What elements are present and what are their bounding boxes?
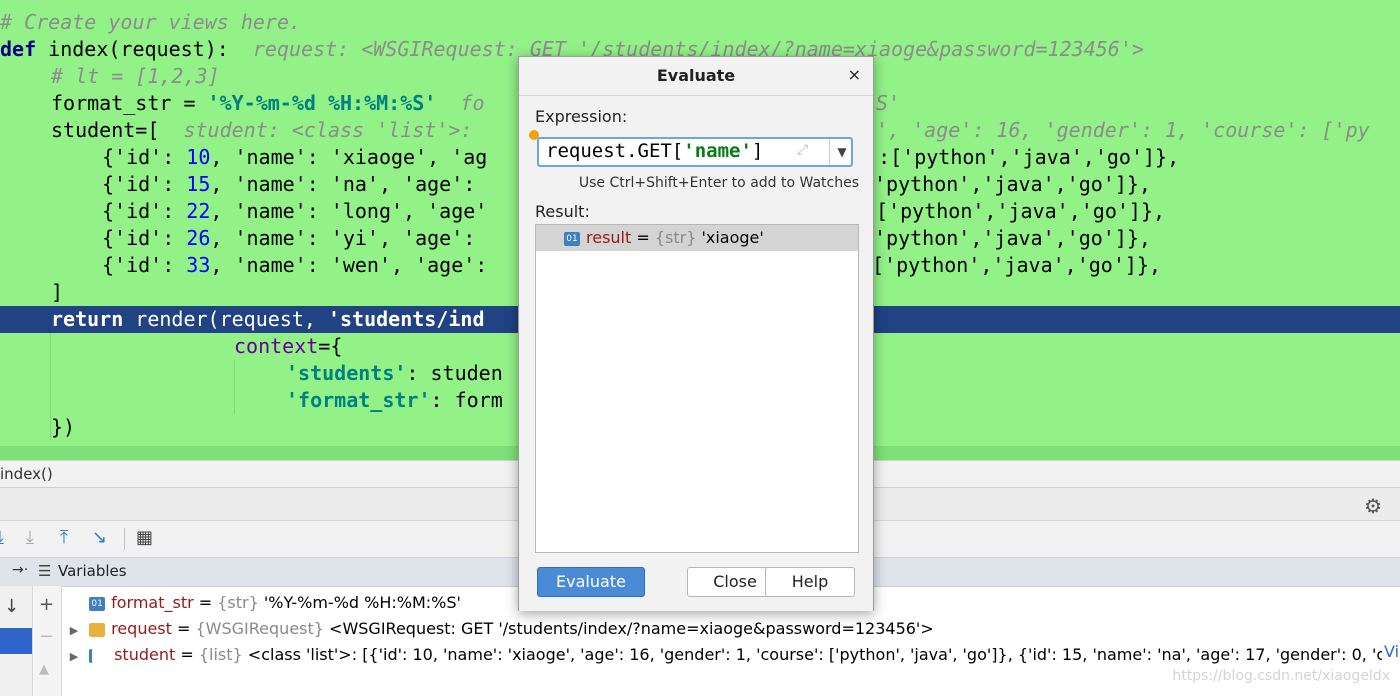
string-var-icon: 01 bbox=[89, 596, 106, 611]
arrow-down-icon[interactable]: ↓ bbox=[4, 596, 19, 617]
close-icon[interactable]: × bbox=[848, 65, 861, 84]
code-line-format-str: format_str = '%Y-%m-%d %H:%M:%S' fo S' bbox=[51, 91, 901, 115]
result-tree[interactable]: 01 result = {str} 'xiaoge' bbox=[535, 224, 859, 553]
dialog-title-bar[interactable]: Evaluate × bbox=[519, 57, 873, 95]
string-var-icon: 01 bbox=[564, 231, 580, 246]
chevron-down-icon[interactable]: ▼ bbox=[829, 139, 854, 165]
remove-watch-icon[interactable]: − bbox=[39, 626, 54, 647]
selected-frame[interactable] bbox=[0, 628, 32, 654]
code-line-record: {'id': 26, 'name': 'yi', 'age': 'python'… bbox=[102, 226, 1151, 250]
step-out-icon[interactable]: ⤒ bbox=[60, 527, 68, 549]
variables-tools: + − ▲ bbox=[33, 586, 62, 696]
toolbar-separator bbox=[124, 528, 125, 550]
code-line-context-format: 'format_str': form bbox=[286, 388, 503, 412]
move-up-icon[interactable]: ▲ bbox=[39, 662, 49, 677]
variable-row-request[interactable]: ▶ objrequest = {WSGIRequest} <WSGIReques… bbox=[62, 616, 1400, 642]
code-line-record: {'id': 22, 'name': 'long', 'age':['pytho… bbox=[102, 199, 1166, 223]
code-line-close-bracket: ] bbox=[51, 280, 64, 304]
expand-icon[interactable]: ⤢ bbox=[797, 142, 808, 158]
evaluate-button[interactable]: Evaluate bbox=[537, 567, 645, 597]
code-line-record: {'id': 10, 'name': 'xiaoge', 'ag e':['pyt… bbox=[102, 145, 1180, 169]
variable-row-student[interactable]: ▶ liststudent = {list} <class 'list'>: [… bbox=[62, 642, 1382, 668]
list-var-icon: list bbox=[89, 648, 109, 663]
expand-arrow-icon[interactable]: ▶ bbox=[64, 644, 84, 668]
step-into-icon[interactable]: ⤓ bbox=[0, 527, 4, 549]
step-into-my-code-icon[interactable]: ⤓ bbox=[26, 527, 34, 549]
help-button[interactable]: Help bbox=[765, 567, 855, 597]
frames-gutter: ↓ bbox=[0, 586, 33, 696]
code-line-context-students: 'students': studen bbox=[286, 361, 503, 385]
run-to-cursor-icon[interactable]: ↘ bbox=[92, 527, 107, 549]
dialog-title: Evaluate bbox=[656, 66, 736, 85]
watch-hint: Use Ctrl+Shift+Enter to add to Watches bbox=[578, 175, 859, 191]
code-line-record: {'id': 15, 'name': 'na', 'age': 'python'… bbox=[102, 172, 1151, 196]
code-line-record: {'id': 33, 'name': 'wen', 'age': ['python… bbox=[102, 253, 1161, 277]
view-link[interactable]: Vi bbox=[1384, 642, 1399, 661]
watermark: https://blog.csdn.net/xiaogeldx bbox=[1172, 668, 1390, 684]
evaluate-expression-icon[interactable]: ▦ bbox=[136, 527, 153, 549]
result-row[interactable]: 01 result = {str} 'xiaoge' bbox=[536, 225, 858, 251]
expression-input[interactable]: request.GET['name'] ⤢ ▼ bbox=[537, 137, 853, 167]
variables-title: Variables bbox=[58, 562, 127, 580]
restore-layout-icon[interactable]: →· bbox=[12, 562, 28, 578]
expression-label: Expression: bbox=[535, 107, 628, 126]
dialog-body: Expression: request.GET['name'] ⤢ ▼ Use … bbox=[519, 95, 873, 611]
code-line-comment: # Create your views here. bbox=[0, 10, 302, 34]
code-line-student: student=[ student: <class 'list'>: ', 'ag… bbox=[51, 118, 1370, 142]
object-var-icon: obj bbox=[89, 622, 106, 637]
list-icon: ☰ bbox=[38, 562, 52, 580]
code-line-comment: # lt = [1,2,3] bbox=[51, 64, 220, 88]
expand-arrow-icon[interactable]: ▶ bbox=[64, 618, 84, 642]
code-line-context: context={ bbox=[234, 334, 343, 358]
add-watch-icon[interactable]: + bbox=[39, 594, 54, 615]
code-line-close-brace: }) bbox=[51, 415, 76, 439]
indent-guide bbox=[234, 360, 235, 414]
evaluate-dialog: Evaluate × Expression: request.GET['name… bbox=[518, 56, 874, 611]
gear-icon[interactable]: ⚙ bbox=[1364, 494, 1382, 518]
result-label: Result: bbox=[535, 202, 590, 221]
